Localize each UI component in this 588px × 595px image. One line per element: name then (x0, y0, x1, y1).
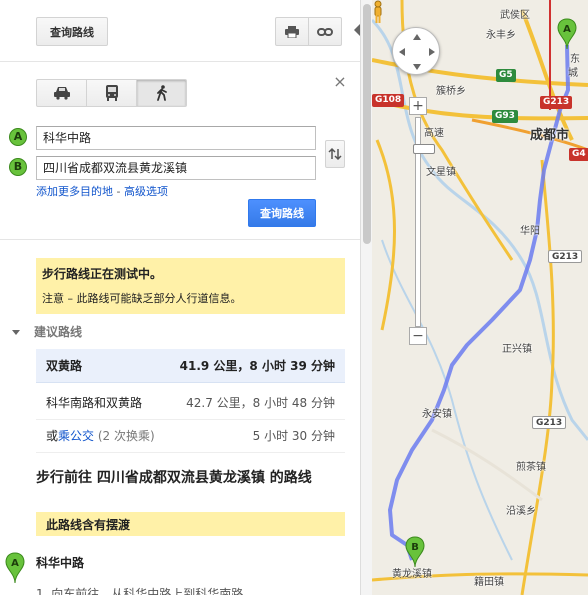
zoom-in-button[interactable]: + (409, 97, 427, 115)
route-option[interactable]: 双黄路 41.9 公里，8 小时 39 分钟 (36, 349, 345, 383)
map-label: 城 (568, 68, 578, 79)
map-view[interactable]: 武侯区 永丰乡 簇桥乡 成都市 高速 东 城 文星镇 华阳 正兴镇 永安镇 煎茶… (372, 0, 588, 595)
start-location-name: 科华中路 (36, 556, 85, 570)
start-marker-icon: A (9, 128, 27, 146)
route-start-pin-letter: A (563, 24, 571, 35)
map-label: 沿溪乡 (506, 506, 536, 517)
map-label: 永丰乡 (486, 30, 516, 41)
panel-scrollbar[interactable] (360, 0, 372, 595)
travel-mode-selector (36, 79, 187, 107)
zoom-control: + − (409, 97, 435, 347)
map-label: 煎茶镇 (516, 462, 546, 473)
transit-prefix: 或 (46, 429, 59, 443)
start-pin-icon[interactable]: A (4, 552, 26, 584)
link-button[interactable] (308, 17, 342, 46)
print-button[interactable] (275, 17, 309, 46)
notice-title: 步行路线正在测试中。 (42, 267, 163, 281)
highway-shield: G108 (372, 94, 405, 107)
map-label: 东 (570, 54, 580, 65)
mode-walk-button[interactable] (136, 79, 187, 107)
highway-shield: G4 (569, 148, 588, 161)
extra-links: 添加更多目的地 - 高级选项 (36, 183, 168, 199)
notice-body: 注意 – 此路线可能缺乏部分人行道信息。 (42, 292, 242, 305)
ferry-notice: 此路线含有摆渡 (36, 512, 345, 536)
route-end-pin-icon[interactable]: B (404, 536, 426, 568)
zoom-slider-track[interactable] (413, 117, 435, 327)
end-marker-icon: B (9, 158, 27, 176)
zoom-out-button[interactable]: − (409, 327, 427, 345)
mode-transit-button[interactable] (86, 79, 137, 107)
start-pin-letter: A (11, 558, 19, 569)
swap-locations-button[interactable] (325, 140, 345, 168)
transit-link[interactable]: 乘公交 (58, 429, 94, 443)
highway-shield: G213 (532, 416, 567, 429)
highway-shield: G5 (496, 69, 516, 82)
end-location-input[interactable]: 四川省成都双流县黄龙溪镇 (36, 156, 316, 180)
route-distance: 41.9 公里，8 小时 39 分钟 (179, 359, 335, 373)
print-icon (285, 25, 299, 38)
zoom-slider-thumb[interactable] (413, 144, 435, 154)
collapse-triangle-icon (12, 330, 20, 335)
collapse-panel-icon[interactable] (354, 24, 360, 36)
bus-icon (105, 85, 118, 101)
map-label: 武侯区 (500, 10, 530, 21)
swap-icon (328, 147, 342, 161)
pan-arrows-icon (399, 34, 435, 70)
scrollbar-thumb[interactable] (363, 4, 371, 244)
street-view-pegman-icon[interactable] (372, 0, 384, 24)
route-end-pin-letter: B (411, 542, 419, 553)
route-name: 双黄路 (46, 359, 83, 373)
map-label: 正兴镇 (502, 344, 532, 355)
route-name: 科华南路和双黄路 (46, 396, 143, 410)
walk-icon (156, 85, 167, 101)
highway-shield: G213 (540, 96, 573, 109)
start-location-input[interactable]: 科华中路 (36, 126, 316, 150)
transit-option: 或乘公交 (2 次换乘) (46, 427, 253, 444)
map-label: 文星镇 (426, 167, 456, 178)
map-label: 簇桥乡 (436, 86, 466, 97)
map-label: 籍田镇 (474, 577, 504, 588)
top-toolbar: 查询路线 (0, 0, 360, 62)
get-directions-button[interactable]: 查询路线 (248, 199, 316, 227)
map-label: 永安镇 (422, 409, 452, 420)
get-directions-top-button[interactable]: 查询路线 (36, 17, 108, 46)
pan-control[interactable] (392, 27, 440, 75)
route-start-pin-icon[interactable]: A (556, 18, 578, 50)
route-option[interactable]: 或乘公交 (2 次换乘) 5 小时 30 分钟 (36, 419, 345, 453)
highway-shield: G213 (548, 250, 583, 263)
route-duration: 5 小时 30 分钟 (252, 429, 335, 443)
add-destination-link[interactable]: 添加更多目的地 (36, 185, 113, 198)
advanced-options-link[interactable]: 高级选项 (124, 185, 168, 198)
route-distance: 42.7 公里，8 小时 48 分钟 (186, 396, 335, 410)
directions-panel: 查询路线 × A 科华中路 B 四川省成都双流县黄龙溪镇 添加更多目的地 - 高… (0, 0, 360, 595)
directions-title: 步行前往 四川省成都双流县黄龙溪镇 的路线 (36, 470, 312, 486)
map-label: 华阳 (520, 226, 540, 237)
map-label: 成都市 (530, 128, 570, 143)
map-canvas (372, 0, 588, 595)
highway-shield: G93 (492, 110, 518, 123)
divider (0, 239, 360, 240)
direction-step: 1. 向东前往，从科华中路上到科华南路 (36, 587, 244, 595)
route-option[interactable]: 科华南路和双黄路 42.7 公里，8 小时 48 分钟 (36, 386, 345, 420)
suggested-routes-label: 建议路线 (34, 325, 83, 339)
car-icon (53, 87, 70, 100)
link-separator: - (113, 185, 124, 198)
link-icon (317, 27, 333, 36)
transit-note: (2 次换乘) (97, 429, 155, 443)
map-label: 高速 (424, 128, 444, 139)
mode-car-button[interactable] (36, 79, 87, 107)
walking-beta-notice: 步行路线正在测试中。 注意 – 此路线可能缺乏部分人行道信息。 (36, 258, 345, 314)
suggested-routes-heading[interactable]: 建议路线 (12, 323, 82, 340)
close-icon[interactable]: × (332, 74, 348, 90)
